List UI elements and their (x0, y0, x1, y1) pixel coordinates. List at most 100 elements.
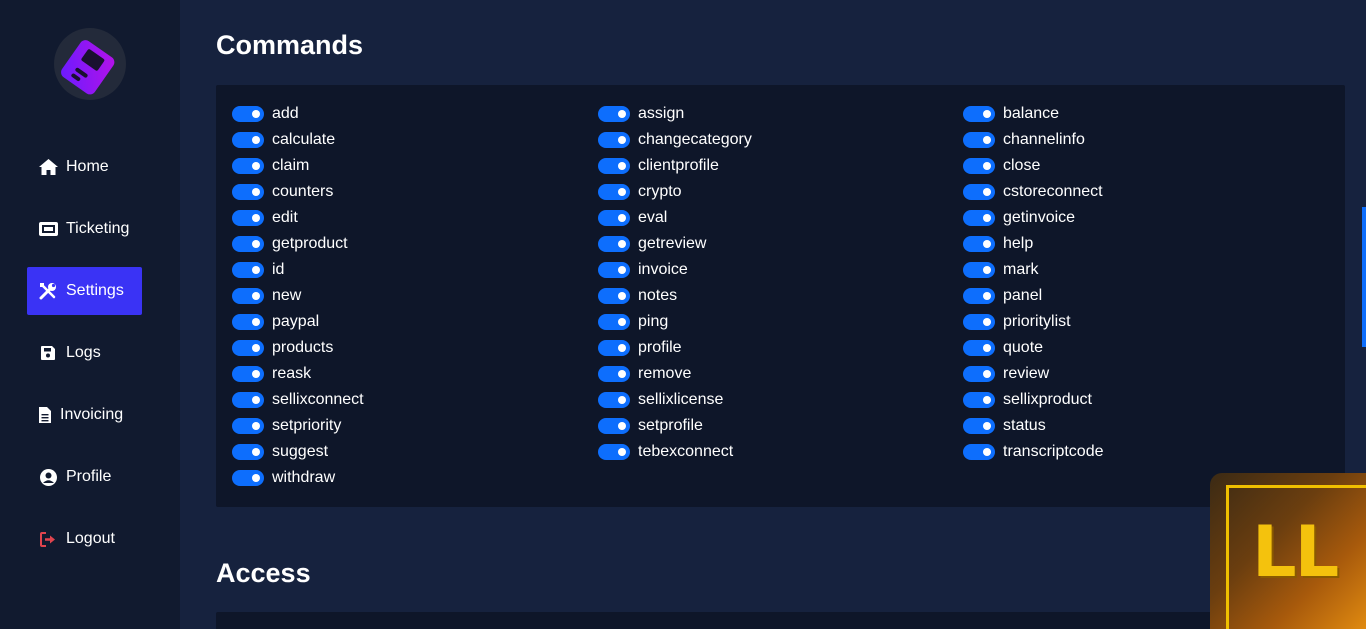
save-icon (38, 344, 58, 362)
commands-column-1: add calculate claim counters edit getproduct i… (232, 101, 364, 491)
sidebar-item-label: Profile (66, 468, 112, 485)
command-toggle[interactable] (232, 262, 264, 278)
command-toggle[interactable] (963, 392, 995, 408)
command-toggle[interactable] (598, 158, 630, 174)
command-toggle[interactable] (598, 236, 630, 252)
sidebar-item-logs[interactable]: Logs (27, 329, 142, 377)
command-toggle[interactable] (963, 340, 995, 356)
command-label: notes (638, 287, 678, 304)
sidebar-item-label: Settings (66, 282, 124, 299)
command-toggle[interactable] (598, 366, 630, 382)
sidebar-item-settings[interactable]: Settings (27, 267, 142, 315)
command-toggle[interactable] (598, 210, 630, 226)
command-toggle[interactable] (963, 288, 995, 304)
command-toggle[interactable] (598, 288, 630, 304)
command-label: clientprofile (638, 157, 719, 174)
logo[interactable] (52, 26, 128, 102)
command-toggle[interactable] (963, 262, 995, 278)
command-label: balance (1003, 105, 1060, 122)
command-toggle[interactable] (963, 210, 995, 226)
command-label: assign (638, 105, 685, 122)
command-label: getreview (638, 235, 707, 252)
command-toggle[interactable] (963, 158, 995, 174)
command-toggle[interactable] (598, 392, 630, 408)
command-toggle[interactable] (963, 236, 995, 252)
command-row: calculate (232, 127, 364, 153)
command-toggle[interactable] (232, 392, 264, 408)
command-toggle[interactable] (232, 340, 264, 356)
command-row: quote (963, 335, 1104, 361)
commands-column-3: balance channelinfo close cstoreconnect geti… (963, 101, 1104, 465)
sidebar-item-invoicing[interactable]: Invoicing (27, 391, 142, 439)
command-toggle[interactable] (963, 106, 995, 122)
command-toggle[interactable] (963, 314, 995, 330)
command-toggle[interactable] (598, 418, 630, 434)
command-label: suggest (272, 443, 329, 460)
command-toggle[interactable] (232, 418, 264, 434)
command-row: counters (232, 179, 364, 205)
command-label: reask (272, 365, 312, 382)
command-row: help (963, 231, 1104, 257)
command-label: profile (638, 339, 682, 356)
command-row: status (963, 413, 1104, 439)
command-toggle[interactable] (963, 444, 995, 460)
sidebar-item-home[interactable]: Home (27, 143, 142, 191)
command-label: getproduct (272, 235, 348, 252)
tools-icon (38, 282, 58, 300)
command-toggle[interactable] (232, 236, 264, 252)
home-icon (38, 158, 58, 176)
command-toggle[interactable] (232, 184, 264, 200)
sidebar-item-profile[interactable]: Profile (27, 453, 142, 501)
command-toggle[interactable] (232, 470, 264, 486)
command-label: paypal (272, 313, 320, 330)
sidebar-item-label: Logs (66, 344, 101, 361)
command-toggle[interactable] (232, 288, 264, 304)
command-toggle[interactable] (963, 418, 995, 434)
command-label: edit (272, 209, 298, 226)
sidebar-item-ticketing[interactable]: Ticketing (27, 205, 142, 253)
command-label: eval (638, 209, 668, 226)
command-label: getinvoice (1003, 209, 1076, 226)
access-title: Access (216, 558, 311, 588)
command-row: setpriority (232, 413, 364, 439)
command-row: eval (598, 205, 752, 231)
command-toggle[interactable] (598, 106, 630, 122)
command-label: help (1003, 235, 1034, 252)
badge-text: LL (1252, 511, 1339, 593)
command-row: panel (963, 283, 1104, 309)
sidebar-item-logout[interactable]: Logout (27, 515, 142, 563)
command-label: setpriority (272, 417, 342, 434)
command-toggle[interactable] (598, 314, 630, 330)
command-toggle[interactable] (232, 210, 264, 226)
command-toggle[interactable] (598, 444, 630, 460)
command-toggle[interactable] (232, 158, 264, 174)
command-row: ping (598, 309, 752, 335)
command-label: channelinfo (1003, 131, 1085, 148)
command-toggle[interactable] (232, 366, 264, 382)
command-toggle[interactable] (232, 132, 264, 148)
command-toggle[interactable] (232, 444, 264, 460)
scrollbar-thumb[interactable] (1362, 207, 1366, 347)
command-label: sellixlicense (638, 391, 724, 408)
command-row: id (232, 257, 364, 283)
command-label: ping (638, 313, 669, 330)
command-toggle[interactable] (963, 184, 995, 200)
command-toggle[interactable] (963, 132, 995, 148)
command-toggle[interactable] (598, 262, 630, 278)
command-row: getreview (598, 231, 752, 257)
command-row: sellixlicense (598, 387, 752, 413)
command-toggle[interactable] (598, 132, 630, 148)
command-label: cstoreconnect (1003, 183, 1103, 200)
command-toggle[interactable] (963, 366, 995, 382)
command-toggle[interactable] (232, 314, 264, 330)
sidebar-item-label: Home (66, 158, 109, 175)
sidebar-item-label: Ticketing (66, 220, 130, 237)
command-label: panel (1003, 287, 1043, 304)
command-row: clientprofile (598, 153, 752, 179)
command-row: close (963, 153, 1104, 179)
command-toggle[interactable] (232, 106, 264, 122)
command-toggle[interactable] (598, 340, 630, 356)
command-row: notes (598, 283, 752, 309)
command-toggle[interactable] (598, 184, 630, 200)
command-row: add (232, 101, 364, 127)
